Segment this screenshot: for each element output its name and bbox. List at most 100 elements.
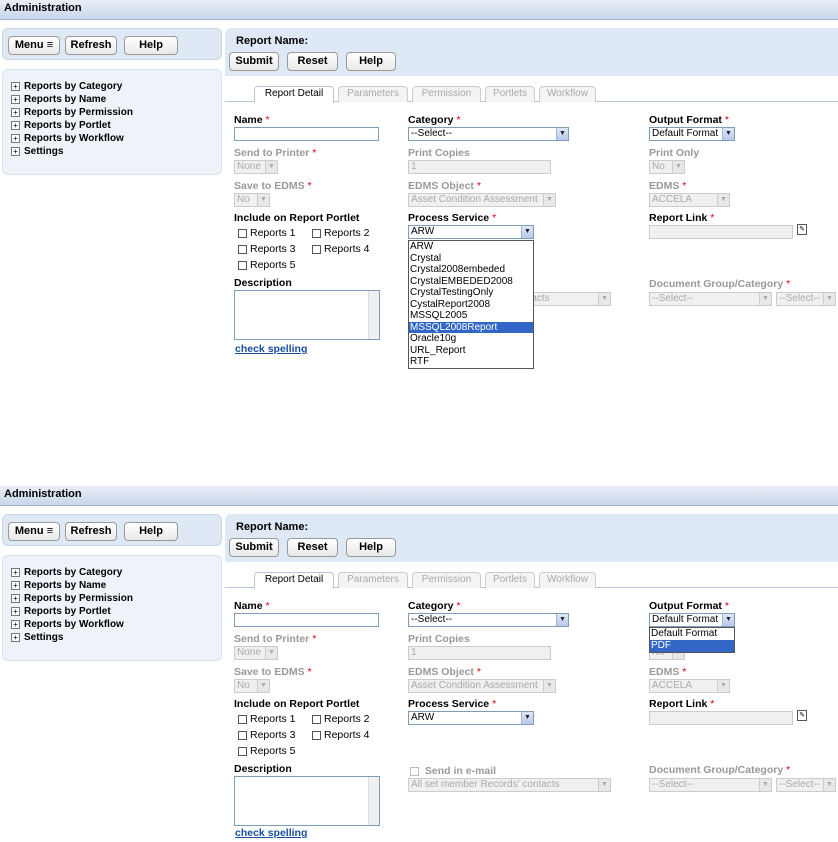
reset-button[interactable]: Reset [287,52,338,71]
dropdown-option[interactable]: Crystal [409,253,533,265]
check-spelling-link[interactable]: check spelling [235,343,307,355]
description-textarea[interactable] [234,776,380,826]
nav-reports-by-portlet[interactable]: + Reports by Portlet [11,119,221,132]
expand-icon[interactable]: + [11,94,20,104]
dropdown-option[interactable]: Oracle10g [409,333,533,345]
nav-reports-by-category[interactable]: + Reports by Category [11,566,221,579]
help-button[interactable]: Help [124,36,178,55]
help-button[interactable]: Help [124,522,178,541]
dropdown-option[interactable]: CrystalTestingOnly [409,287,533,299]
edit-document-icon[interactable]: ✎ [797,224,807,235]
expand-icon[interactable]: + [11,81,20,91]
tab-report-detail[interactable]: Report Detail [254,572,334,589]
print-copies-input[interactable]: 1 [408,646,551,660]
dropdown-option-highlighted[interactable]: PDF [650,640,734,652]
contacts-select[interactable]: All set member Records' contacts ▼ [408,778,611,792]
edms-object-select[interactable]: Asset Condition Assessment ▼ [408,679,556,693]
doc-category-select[interactable]: --Select-- ▼ [776,292,836,306]
expand-icon[interactable]: + [11,107,20,117]
output-format-dropdown[interactable]: Default Format PDF [649,627,735,653]
checkbox-icon[interactable] [238,746,247,756]
checkbox-icon[interactable] [238,730,247,740]
send-in-email-checkbox[interactable]: Send in e-mail [410,765,496,777]
report-link-input[interactable] [649,225,793,239]
scrollbar[interactable] [368,777,379,825]
expand-icon[interactable]: + [11,567,20,577]
help-button[interactable]: Help [346,52,396,71]
check-spelling-link[interactable]: check spelling [235,827,307,839]
dropdown-option[interactable]: Default Format [650,628,734,640]
description-textarea[interactable] [234,290,380,340]
tab-parameters[interactable]: Parameters [338,572,408,588]
reports-3-checkbox[interactable]: Reports 3 [238,729,296,741]
nav-reports-by-workflow[interactable]: + Reports by Workflow [11,132,221,145]
nav-settings[interactable]: + Settings [11,631,221,644]
tab-workflow[interactable]: Workflow [539,572,596,588]
doc-category-select[interactable]: --Select-- ▼ [776,778,836,792]
checkbox-icon[interactable] [312,714,321,724]
edms-object-select[interactable]: Asset Condition Assessment ▼ [408,193,556,207]
submit-button[interactable]: Submit [229,52,279,71]
report-link-input[interactable] [649,711,793,725]
tab-portlets[interactable]: Portlets [485,86,535,102]
tab-portlets[interactable]: Portlets [485,572,535,588]
dropdown-option[interactable]: RTF [409,356,533,368]
output-format-select[interactable]: Default Format ▼ [649,613,735,627]
expand-icon[interactable]: + [11,593,20,603]
nav-reports-by-portlet[interactable]: + Reports by Portlet [11,605,221,618]
reports-5-checkbox[interactable]: Reports 5 [238,745,296,757]
reports-2-checkbox[interactable]: Reports 2 [312,713,370,725]
help-button[interactable]: Help [346,538,396,557]
nav-reports-by-permission[interactable]: + Reports by Permission [11,106,221,119]
dropdown-option[interactable]: URL_Report [409,345,533,357]
send-to-printer-select[interactable]: None ▼ [234,160,278,174]
checkbox-icon[interactable] [238,260,247,270]
tab-parameters[interactable]: Parameters [338,86,408,102]
doc-group-select[interactable]: --Select-- ▼ [649,292,772,306]
reports-1-checkbox[interactable]: Reports 1 [238,713,296,725]
send-to-printer-select[interactable]: None ▼ [234,646,278,660]
checkbox-icon[interactable] [238,244,247,254]
process-service-select[interactable]: ARW ▼ [408,711,534,725]
tab-permission[interactable]: Permission [412,86,481,102]
refresh-button[interactable]: Refresh [65,522,117,541]
reports-5-checkbox[interactable]: Reports 5 [238,259,296,271]
nav-reports-by-category[interactable]: + Reports by Category [11,80,221,93]
save-to-edms-select[interactable]: No ▼ [234,193,270,207]
expand-icon[interactable]: + [11,120,20,130]
expand-icon[interactable]: + [11,606,20,616]
category-select[interactable]: --Select-- ▼ [408,613,569,627]
print-copies-input[interactable]: 1 [408,160,551,174]
edms-select[interactable]: ACCELA ▼ [649,193,730,207]
doc-group-select[interactable]: --Select-- ▼ [649,778,772,792]
tab-report-detail[interactable]: Report Detail [254,86,334,103]
expand-icon[interactable]: + [11,619,20,629]
reset-button[interactable]: Reset [287,538,338,557]
edit-document-icon[interactable]: ✎ [797,710,807,721]
reports-4-checkbox[interactable]: Reports 4 [312,729,370,741]
checkbox-icon[interactable] [410,766,419,776]
checkbox-icon[interactable] [312,228,321,238]
nav-reports-by-permission[interactable]: + Reports by Permission [11,592,221,605]
dropdown-option[interactable]: Crystal2008embeded [409,264,533,276]
reports-2-checkbox[interactable]: Reports 2 [312,227,370,239]
category-select[interactable]: --Select-- ▼ [408,127,569,141]
dropdown-option[interactable]: CrystalEMBEDED2008 [409,276,533,288]
dropdown-option[interactable]: ARW [409,241,533,253]
checkbox-icon[interactable] [312,244,321,254]
reports-4-checkbox[interactable]: Reports 4 [312,243,370,255]
refresh-button[interactable]: Refresh [65,36,117,55]
dropdown-option-highlighted[interactable]: MSSQL2008Report [409,321,533,333]
dropdown-option[interactable]: MSSQL2005 [409,310,533,322]
nav-reports-by-name[interactable]: + Reports by Name [11,579,221,592]
nav-reports-by-workflow[interactable]: + Reports by Workflow [11,618,221,631]
nav-settings[interactable]: + Settings [11,145,221,158]
reports-1-checkbox[interactable]: Reports 1 [238,227,296,239]
nav-reports-by-name[interactable]: + Reports by Name [11,93,221,106]
tab-permission[interactable]: Permission [412,572,481,588]
checkbox-icon[interactable] [238,714,247,724]
reports-3-checkbox[interactable]: Reports 3 [238,243,296,255]
name-input[interactable] [234,127,379,141]
expand-icon[interactable]: + [11,133,20,143]
process-service-select[interactable]: ARW ▼ [408,225,534,239]
